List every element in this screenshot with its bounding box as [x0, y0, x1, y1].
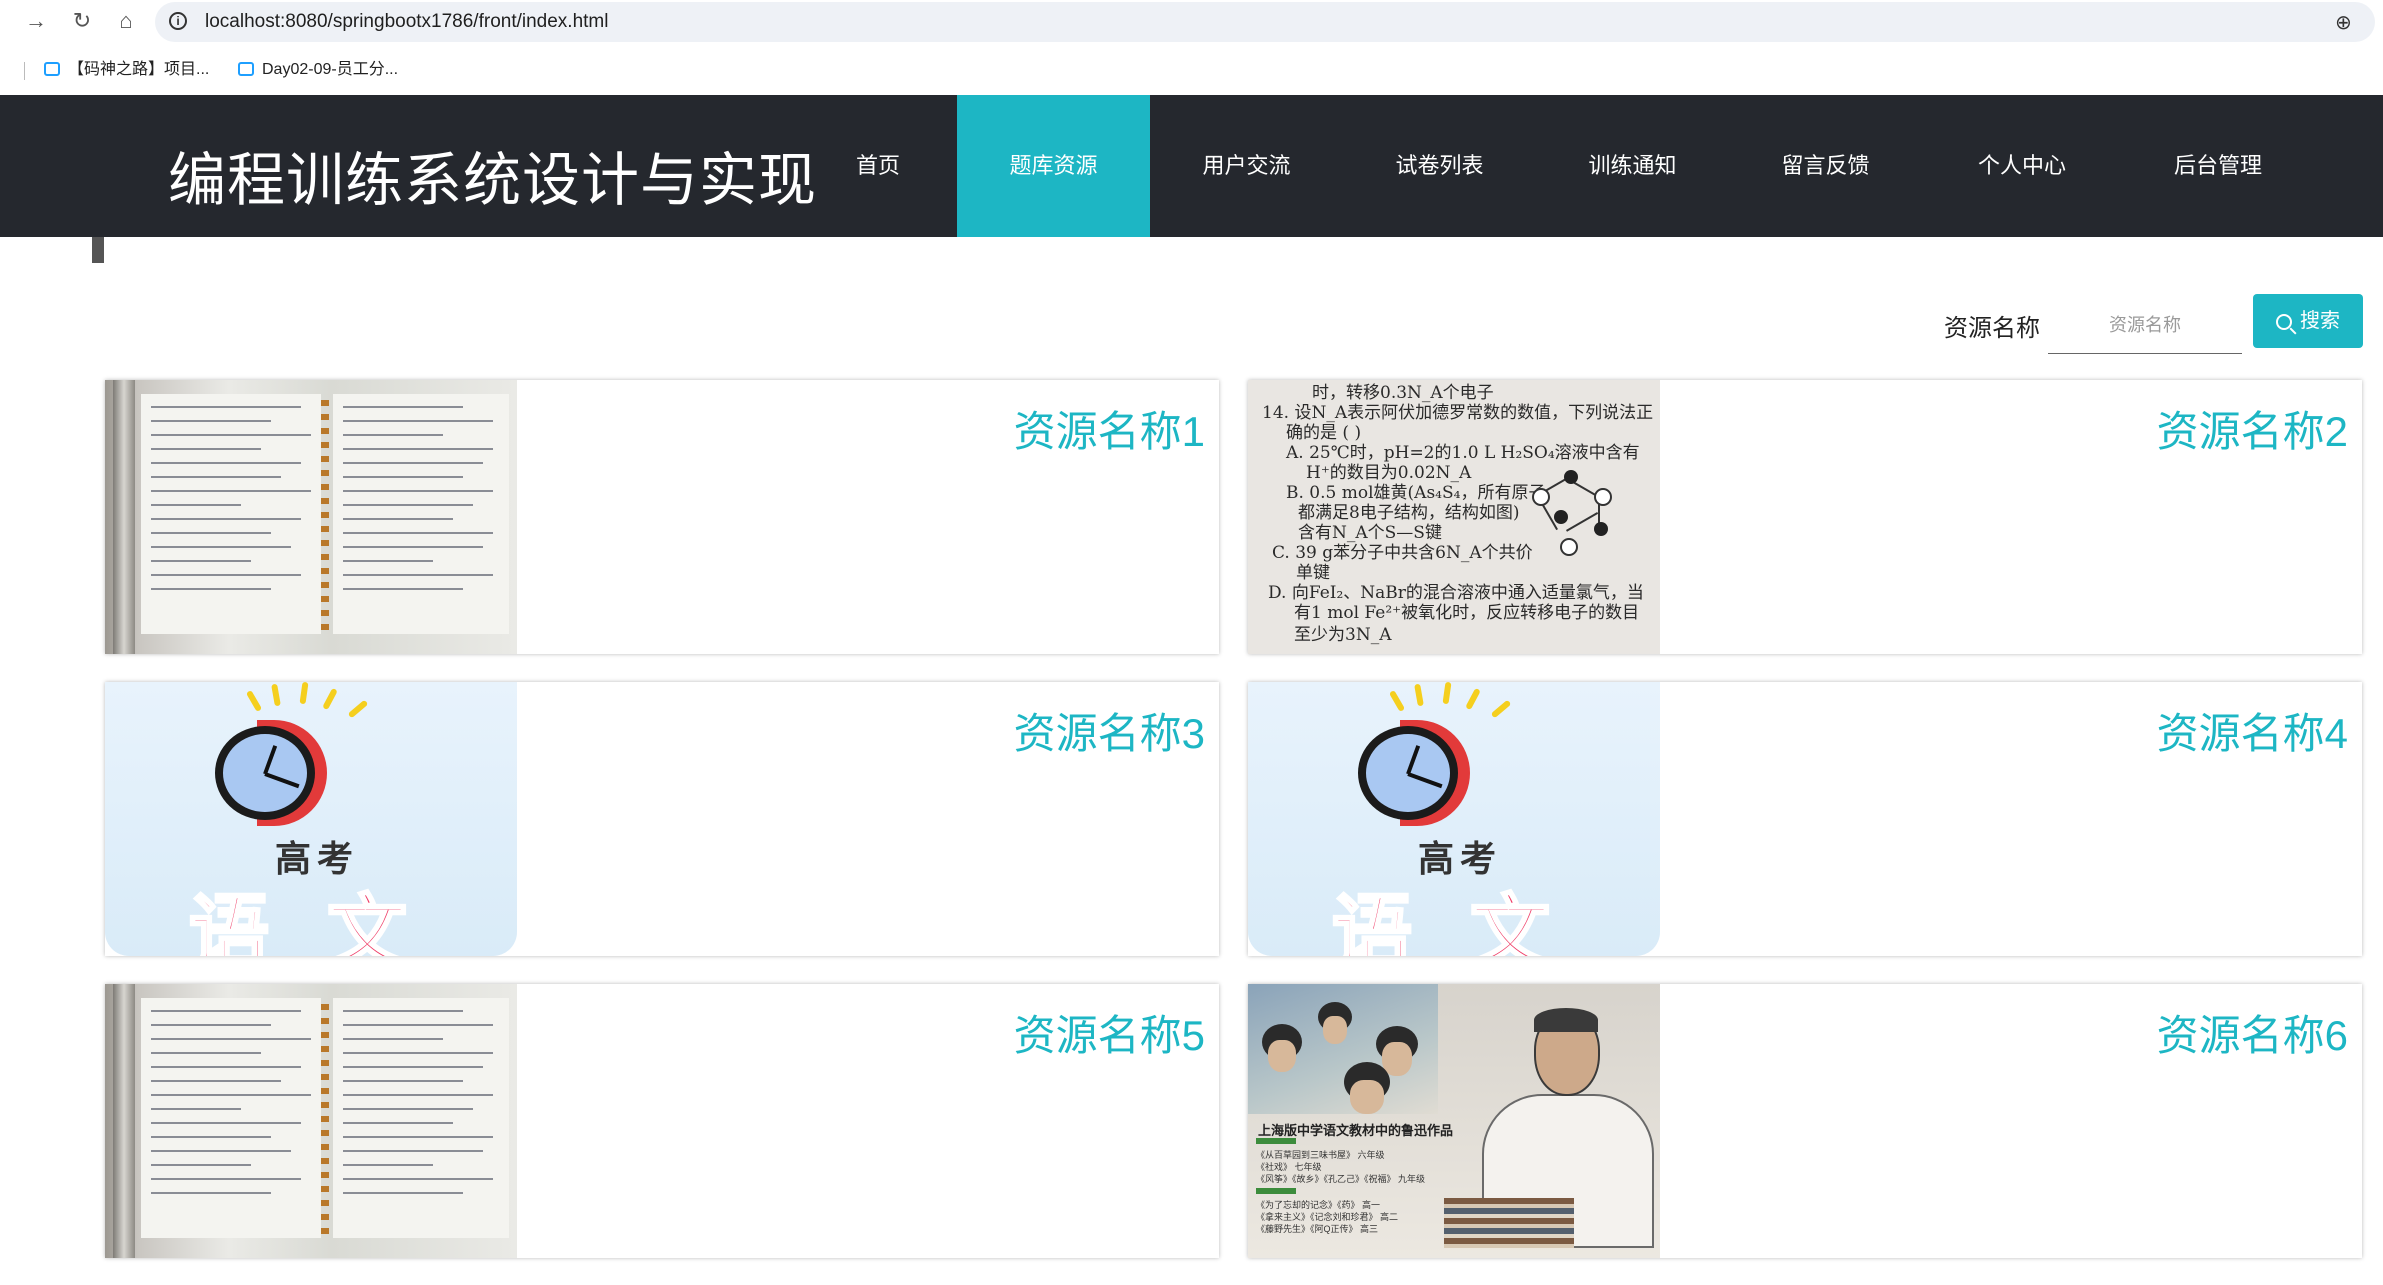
- reload-icon[interactable]: ↻: [70, 9, 94, 33]
- luxun-line: 《藤野先生》《阿Q正传》 高三: [1256, 1224, 1379, 1234]
- browser-toolbar: → ↻ ⌂ i localhost:8080/springbootx1786/f…: [0, 0, 2383, 46]
- resource-title[interactable]: 资源名称3: [1014, 700, 1205, 761]
- nav-exam-list[interactable]: 试卷列表: [1343, 95, 1536, 237]
- resource-title[interactable]: 资源名称1: [1014, 398, 1205, 459]
- classroom-photo: [1248, 984, 1438, 1114]
- forward-icon[interactable]: →: [24, 9, 48, 33]
- resource-name-input[interactable]: [2048, 297, 2242, 354]
- nav-question-bank[interactable]: 题库资源: [957, 95, 1150, 237]
- resource-title[interactable]: 资源名称2: [2157, 398, 2348, 459]
- yuwen-label: 语文: [1331, 887, 1608, 957]
- resource-card[interactable]: 高考 语文 资源名称4: [1248, 682, 2362, 956]
- luxun-line: 《风筝》《故乡》《孔乙己》《祝福》 九年级: [1256, 1174, 1426, 1184]
- resource-card[interactable]: 资源名称5: [105, 984, 1219, 1258]
- nav-home[interactable]: 首页: [813, 95, 943, 237]
- bilibili-icon: [44, 62, 60, 76]
- resource-card[interactable]: 上海版中学语文教材中的鲁迅作品 《从百草园到三味书屋》 六年级 《社戏》 七年级…: [1248, 984, 2362, 1258]
- bilibili-icon: [238, 62, 254, 76]
- notebook-page-right: [333, 998, 509, 1238]
- address-bar[interactable]: i localhost:8080/springbootx1786/front/i…: [155, 2, 2375, 42]
- resource-title[interactable]: 资源名称6: [2157, 1002, 2348, 1063]
- url-text[interactable]: localhost:8080/springbootx1786/front/ind…: [205, 11, 608, 33]
- resource-thumbnail-lu-xun[interactable]: 上海版中学语文教材中的鲁迅作品 《从百草园到三味书屋》 六年级 《社戏》 七年级…: [1248, 984, 1660, 1258]
- chem-text-line: 至少为3N_A: [1294, 625, 1392, 645]
- resource-thumbnail-gaokao-chinese[interactable]: 高考 语文: [1248, 682, 1660, 956]
- notebook-spine: [113, 380, 135, 654]
- resource-thumbnail-notebook[interactable]: [105, 984, 517, 1258]
- nav-training-notice[interactable]: 训练通知: [1536, 95, 1729, 237]
- notebook-page-left: [141, 394, 321, 634]
- search-label: 资源名称: [1944, 315, 2040, 342]
- resource-card[interactable]: 时，转移0.3N_A个电子 14. 设N_A表示阿伏加德罗常数的数值，下列说法正…: [1248, 380, 2362, 654]
- bookmark-label: 【码神之路】项目...: [68, 61, 210, 78]
- section-marker: [92, 237, 104, 263]
- site-info-icon[interactable]: i: [169, 12, 187, 30]
- notebook-page-left: [141, 998, 321, 1238]
- zoom-icon[interactable]: ⊕: [2335, 10, 2352, 35]
- resource-thumbnail-chemistry[interactable]: 时，转移0.3N_A个电子 14. 设N_A表示阿伏加德罗常数的数值，下列说法正…: [1248, 380, 1660, 654]
- books-stack: [1444, 1198, 1574, 1248]
- search-button-label: 搜索: [2300, 310, 2340, 332]
- alarm-clock-icon: [1346, 718, 1470, 828]
- yuwen-label: 语文: [188, 887, 465, 957]
- bookmarks-bar: 【码神之路】项目... Day02-09-员工分...: [0, 50, 2383, 124]
- resource-card[interactable]: 资源名称1: [105, 380, 1219, 654]
- alarm-clock-icon: [203, 718, 327, 828]
- site-title: 编程训练系统设计与实现: [168, 148, 818, 213]
- luxun-caption: 上海版中学语文教材中的鲁迅作品: [1258, 1123, 1454, 1138]
- resource-thumbnail-notebook[interactable]: [105, 380, 517, 654]
- notebook-rings: [321, 1004, 329, 1234]
- notebook-page-right: [333, 394, 509, 634]
- notebook-rings: [321, 400, 329, 630]
- bookmark-label: Day02-09-员工分...: [262, 61, 399, 78]
- notebook-spine: [113, 984, 135, 1258]
- bookmarks-separator: [24, 62, 25, 80]
- resource-card[interactable]: 高考 语文 资源名称3: [105, 682, 1219, 956]
- home-icon[interactable]: ⌂: [114, 9, 138, 33]
- resource-title[interactable]: 资源名称5: [1014, 1002, 1205, 1063]
- nav-user-exchange[interactable]: 用户交流: [1150, 95, 1343, 237]
- bookmark-item[interactable]: Day02-09-员工分...: [238, 58, 398, 82]
- nav-feedback[interactable]: 留言反馈: [1729, 95, 1922, 237]
- bookmark-item[interactable]: 【码神之路】项目...: [44, 58, 209, 82]
- nav-admin[interactable]: 后台管理: [2122, 95, 2314, 237]
- search-button[interactable]: 搜索: [2253, 294, 2363, 348]
- nav-personal-center[interactable]: 个人中心: [1922, 95, 2122, 237]
- site-header: 编程训练系统设计与实现 首页 题库资源 用户交流 试卷列表 训练通知 留言反馈 …: [0, 95, 2383, 237]
- search-icon: [2276, 314, 2292, 330]
- resource-thumbnail-gaokao-chinese[interactable]: 高考 语文: [105, 682, 517, 956]
- resource-title[interactable]: 资源名称4: [2157, 700, 2348, 761]
